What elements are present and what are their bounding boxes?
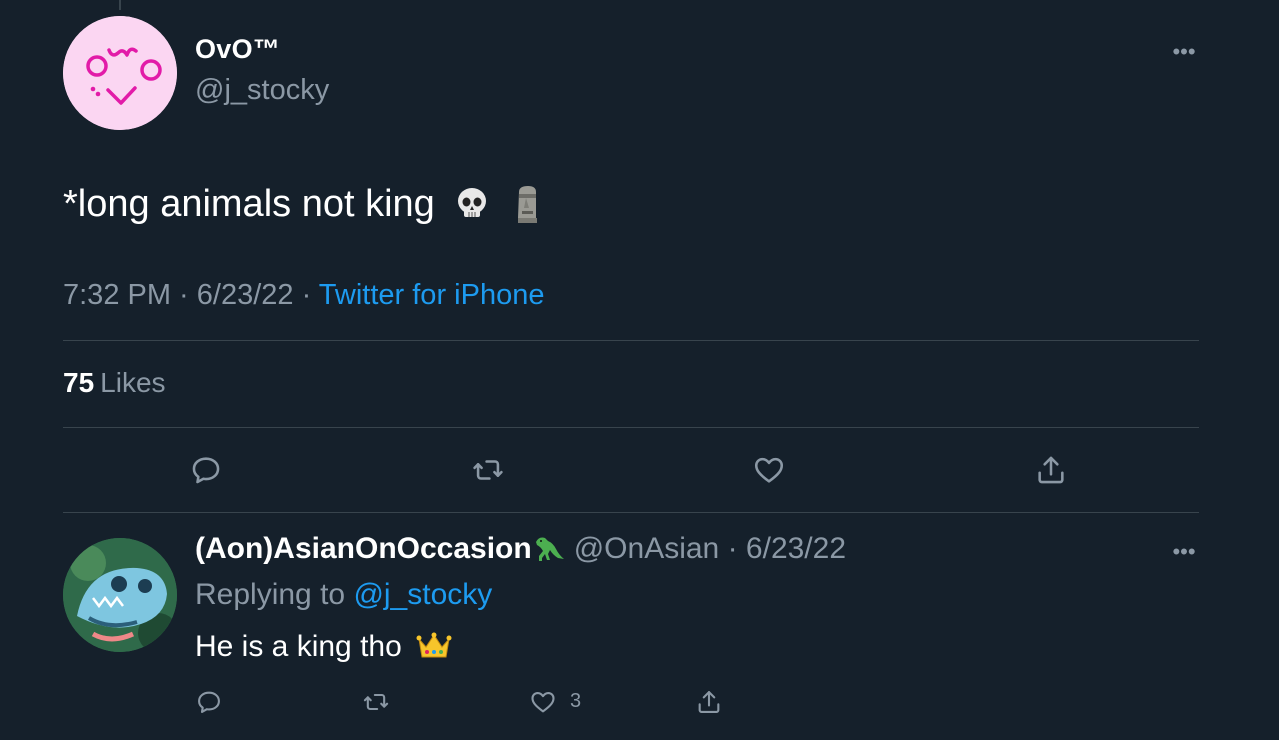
like-button[interactable]: [749, 450, 789, 490]
share-icon: [1038, 456, 1064, 484]
retweet-icon: [363, 693, 389, 711]
likes-link[interactable]: 75 Likes: [63, 367, 166, 399]
likes-label: Likes: [100, 367, 166, 398]
tweet-metadata: 7:32 PM · 6/23/22 · Twitter for iPhone: [63, 279, 545, 311]
tweet-time: 7:32 PM: [63, 279, 171, 311]
replying-mention[interactable]: @j_stocky: [353, 578, 492, 611]
divider: [63, 340, 1199, 341]
tweet-body: *long animals not king: [63, 183, 435, 225]
more-icon[interactable]: •••: [1168, 38, 1200, 70]
reply-icon: [192, 457, 220, 484]
heart-icon: [754, 457, 784, 483]
author-avatar[interactable]: [63, 16, 177, 130]
reply-button[interactable]: [186, 450, 226, 490]
replying-to: Replying to @j_stocky: [195, 578, 492, 612]
author-name[interactable]: OvO™: [195, 34, 280, 65]
dinosaur-emoji: [535, 537, 564, 561]
tweet-date[interactable]: 6/23/22: [197, 279, 294, 311]
tweet-text: *long animals not king: [63, 180, 544, 228]
heart-icon: [531, 691, 555, 713]
reply-text: He is a king tho: [195, 630, 452, 664]
tweet-source-link[interactable]: Twitter for iPhone: [319, 279, 545, 311]
reply-body: He is a king tho: [195, 630, 402, 663]
retweet-icon: [473, 460, 503, 480]
reply-button[interactable]: [193, 686, 225, 718]
reply-author-handle[interactable]: @OnAsian: [574, 532, 720, 565]
dinosaur-skull-avatar-icon: [63, 538, 177, 652]
reply-like-count: 3: [570, 690, 582, 712]
reply-author-name[interactable]: (Aon)AsianOnOccasion: [195, 532, 532, 565]
share-button[interactable]: [1031, 450, 1071, 490]
divider: [63, 427, 1199, 428]
likes-count: 75: [63, 367, 95, 398]
retweet-button[interactable]: [468, 450, 508, 490]
owo-logo-icon: [63, 16, 177, 130]
author-handle[interactable]: @j_stocky: [195, 74, 329, 107]
like-button[interactable]: [527, 686, 559, 718]
reply-date[interactable]: 6/23/22: [746, 532, 846, 565]
reply-header: (Aon)AsianOnOccasion @OnAsian · 6/23/22: [195, 532, 847, 565]
crown-emoji: [416, 632, 452, 658]
reply-author-avatar[interactable]: [63, 538, 177, 652]
share-icon: [698, 691, 720, 713]
thread-connector-line: [119, 0, 121, 10]
share-button[interactable]: [693, 686, 725, 718]
retweet-button[interactable]: [360, 686, 392, 718]
divider: [63, 512, 1199, 513]
reply-icon: [198, 691, 220, 713]
skull-emoji: [458, 188, 487, 217]
moai-emoji: [517, 186, 537, 223]
more-icon[interactable]: •••: [1168, 538, 1200, 570]
replying-label: Replying to: [195, 578, 346, 611]
